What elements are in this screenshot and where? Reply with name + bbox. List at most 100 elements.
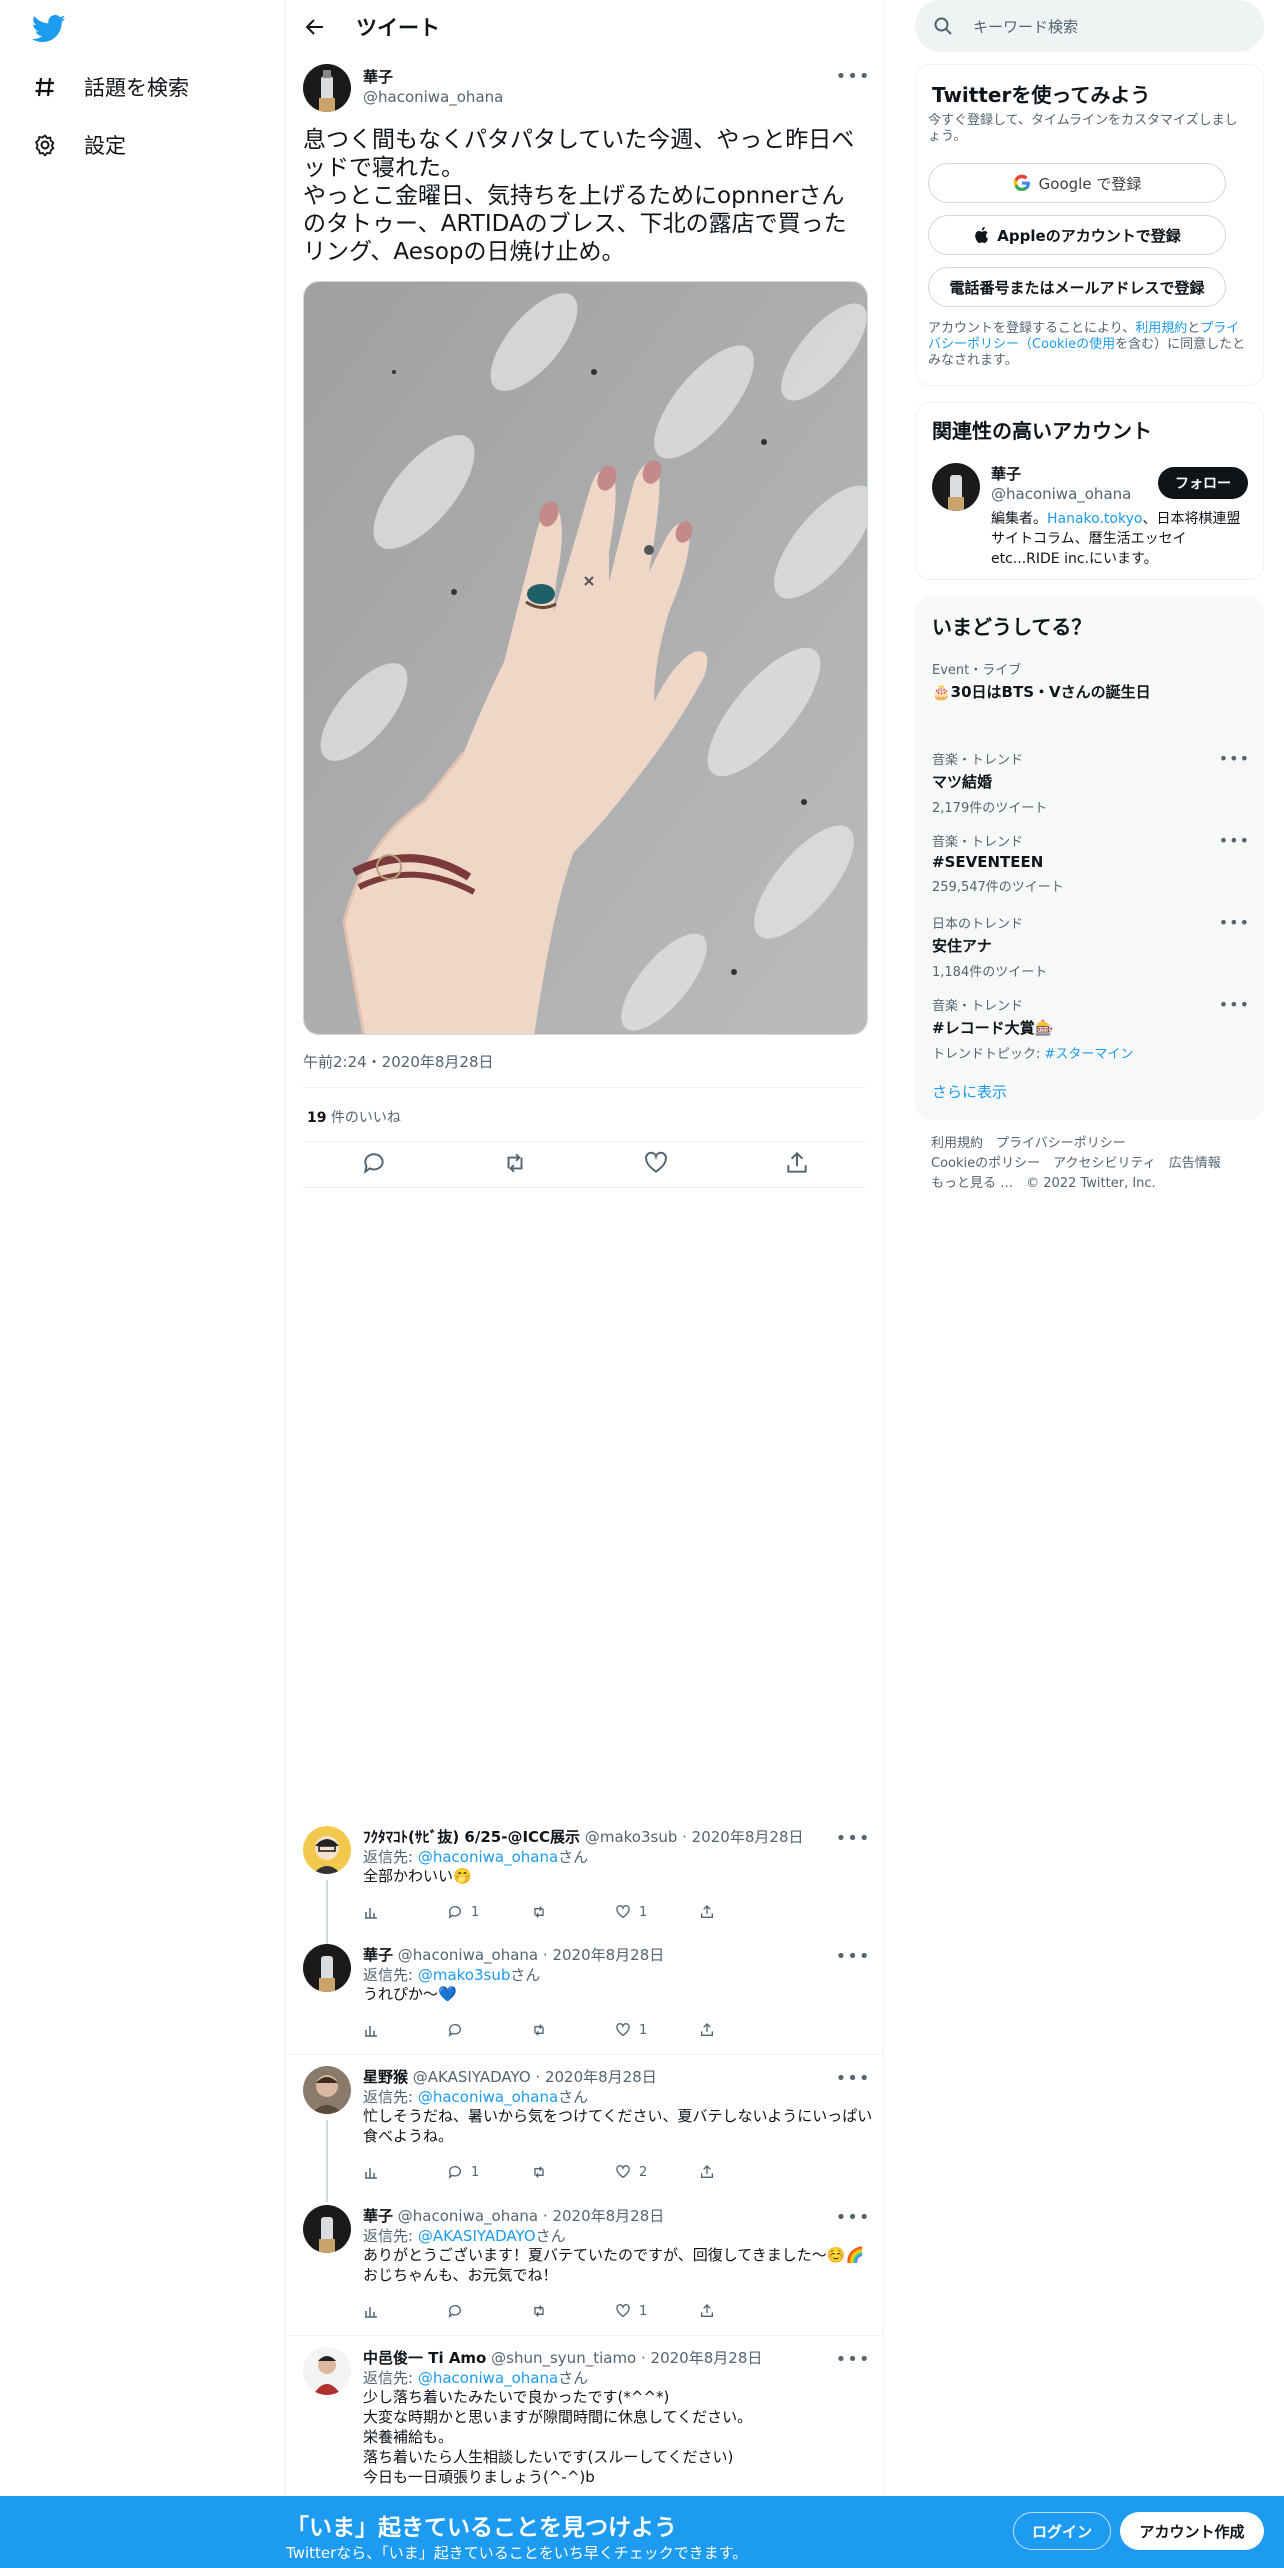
reply-to-handle[interactable]: @mako3sub bbox=[418, 1966, 511, 1984]
trend-item[interactable]: 音楽・トレンド #レコード大賞🎰 トレンドトピック: #スターマイン ••• bbox=[932, 995, 1250, 1062]
like-heart-icon[interactable] bbox=[643, 1150, 669, 1176]
reply-handle[interactable]: @mako3sub bbox=[585, 1828, 678, 1846]
reply-handle[interactable]: @haconiwa_ohana bbox=[398, 1946, 538, 1964]
reply-name[interactable]: 中邑俊一 Ti Amo bbox=[363, 2349, 486, 2367]
google-signup-button[interactable]: Google で登録 bbox=[928, 163, 1226, 203]
trend-count: トレンドトピック: #スターマイン bbox=[932, 1043, 1250, 1062]
reply-date[interactable]: · 2020年8月28日 bbox=[641, 2349, 762, 2367]
relevant-avatar[interactable] bbox=[932, 463, 980, 511]
terms-link[interactable]: 利用規約 bbox=[1135, 321, 1187, 336]
more-options-icon[interactable]: ••• bbox=[836, 1944, 870, 1968]
twitter-logo-icon[interactable] bbox=[31, 14, 66, 44]
retweet-button[interactable] bbox=[531, 2022, 615, 2038]
more-options-icon[interactable]: ••• bbox=[836, 64, 870, 88]
more-options-icon[interactable]: ••• bbox=[1219, 831, 1250, 850]
like-button[interactable]: 2 bbox=[615, 2164, 699, 2180]
reply-button[interactable] bbox=[447, 2303, 531, 2319]
share-icon[interactable] bbox=[784, 1150, 810, 1176]
bio-prefix: 編集者。 bbox=[991, 511, 1047, 527]
like-button[interactable]: 1 bbox=[615, 2303, 699, 2319]
more-options-icon[interactable]: ••• bbox=[836, 2205, 870, 2229]
trend-item[interactable]: 音楽・トレンド マツ結婚 2,179件のツイート ••• bbox=[932, 749, 1250, 816]
reply-avatar[interactable] bbox=[303, 2066, 351, 2114]
reply-handle[interactable]: @haconiwa_ohana bbox=[398, 2207, 538, 2225]
bio-link[interactable]: Hanako.tokyo bbox=[1047, 511, 1142, 527]
reply-button[interactable] bbox=[447, 2022, 531, 2038]
reply-handle[interactable]: @AKASIYADAYO bbox=[413, 2068, 531, 2086]
reply-icon[interactable] bbox=[361, 1150, 387, 1176]
reply-avatar[interactable] bbox=[303, 2347, 351, 2395]
reply-avatar[interactable] bbox=[303, 2205, 351, 2253]
share-button[interactable] bbox=[699, 2164, 783, 2180]
apple-signup-button[interactable]: Appleのアカウントで登録 bbox=[928, 215, 1226, 255]
search-box[interactable]: キーワード検索 bbox=[915, 0, 1264, 52]
footer-cookie-link[interactable]: Cookieのポリシー bbox=[931, 1156, 1040, 1171]
reply-name[interactable]: 華子 bbox=[363, 1946, 393, 1964]
show-more-link[interactable]: さらに表示 bbox=[932, 1081, 1007, 1102]
like-count[interactable]: 19 件のいいね bbox=[307, 1107, 401, 1127]
reply-to-handle[interactable]: @haconiwa_ohana bbox=[418, 2088, 558, 2106]
login-button[interactable]: ログイン bbox=[1013, 2512, 1111, 2550]
reply-avatar[interactable] bbox=[303, 1944, 351, 1992]
reply-date[interactable]: · 2020年8月28日 bbox=[543, 1946, 664, 1964]
apple-logo-icon bbox=[975, 226, 989, 243]
share-button[interactable] bbox=[699, 2303, 783, 2319]
reply-button[interactable]: 1 bbox=[447, 1904, 531, 1920]
reply-date[interactable]: · 2020年8月28日 bbox=[535, 2068, 656, 2086]
reply-name[interactable]: 星野猴 bbox=[363, 2068, 408, 2086]
reply-to-handle[interactable]: @AKASIYADAYO bbox=[418, 2227, 536, 2245]
footer-terms-link[interactable]: 利用規約 bbox=[931, 1136, 983, 1151]
views-button[interactable] bbox=[363, 2303, 447, 2319]
reply-date[interactable]: · 2020年8月28日 bbox=[682, 1828, 803, 1846]
trend-category: Event・ライブ bbox=[932, 663, 1022, 678]
more-options-icon[interactable]: ••• bbox=[836, 2347, 870, 2371]
trend-item[interactable]: 音楽・トレンド #SEVENTEEN 259,547件のツイート ••• bbox=[932, 831, 1250, 895]
more-options-icon[interactable]: ••• bbox=[1219, 995, 1250, 1014]
retweet-icon[interactable] bbox=[502, 1150, 528, 1176]
tweet-timestamp[interactable]: 午前2:24・2020年8月28日 bbox=[303, 1051, 494, 1072]
author-name[interactable]: 華子 bbox=[363, 66, 393, 87]
email-signup-button[interactable]: 電話番号またはメールアドレスで登録 bbox=[928, 267, 1226, 307]
views-button[interactable] bbox=[363, 2164, 447, 2180]
footer-privacy-link[interactable]: プライバシーポリシー bbox=[996, 1136, 1126, 1151]
back-arrow-icon[interactable] bbox=[300, 12, 330, 42]
tweet-photo[interactable] bbox=[303, 281, 868, 1035]
retweet-button[interactable] bbox=[531, 2164, 615, 2180]
reply-text: 少し落ち着いたみたいで良かったです(*^^*) 大変な時期かと思いますが隙間時間… bbox=[363, 2388, 753, 2486]
like-button[interactable]: 1 bbox=[615, 1904, 699, 1920]
footer-ads-link[interactable]: 広告情報 bbox=[1169, 1156, 1221, 1171]
reply-date[interactable]: · 2020年8月28日 bbox=[543, 2207, 664, 2225]
follow-button[interactable]: フォロー bbox=[1158, 467, 1248, 499]
footer-more-link[interactable]: もっと見る … bbox=[931, 1176, 1013, 1191]
share-button[interactable] bbox=[699, 2022, 783, 2038]
nav-settings[interactable]: 設定 bbox=[30, 120, 126, 170]
retweet-button[interactable] bbox=[531, 2303, 615, 2319]
reply-handle[interactable]: @shun_syun_tiamo bbox=[491, 2349, 636, 2367]
author-avatar[interactable] bbox=[303, 64, 351, 112]
like-button[interactable]: 1 bbox=[615, 2022, 699, 2038]
more-options-icon[interactable]: ••• bbox=[836, 1826, 870, 1850]
views-button[interactable] bbox=[363, 1904, 447, 1920]
nav-explore[interactable]: 話題を検索 bbox=[30, 62, 189, 112]
reply-name[interactable]: ﾌｸﾀﾏｺﾄ(ｻﾋﾞ抜) 6/25-@ICC展示 bbox=[363, 1828, 580, 1846]
author-handle[interactable]: @haconiwa_ohana bbox=[363, 88, 503, 106]
trend-topic-link[interactable]: #スターマイン bbox=[1045, 1047, 1134, 1062]
footer-accessibility-link[interactable]: アクセシビリティ bbox=[1053, 1156, 1156, 1171]
retweet-button[interactable] bbox=[531, 1904, 615, 1920]
reply-to-handle[interactable]: @haconiwa_ohana bbox=[418, 2369, 558, 2387]
relevant-name[interactable]: 華子 bbox=[991, 463, 1021, 484]
reply-name[interactable]: 華子 bbox=[363, 2207, 393, 2225]
trend-event[interactable]: Event・ライブ 🎂30日はBTS・Vさんの誕生日 bbox=[932, 659, 1250, 702]
left-navigation: 話題を検索 設定 bbox=[0, 0, 285, 2568]
trend-item[interactable]: 日本のトレンド 安住アナ 1,184件のツイート ••• bbox=[932, 913, 1250, 980]
more-options-icon[interactable]: ••• bbox=[1219, 749, 1250, 768]
reply-to-handle[interactable]: @haconiwa_ohana bbox=[418, 1848, 558, 1866]
reply-button[interactable]: 1 bbox=[447, 2164, 531, 2180]
reply-avatar[interactable] bbox=[303, 1826, 351, 1874]
more-options-icon[interactable]: ••• bbox=[1219, 913, 1250, 932]
more-options-icon[interactable]: ••• bbox=[836, 2066, 870, 2090]
views-button[interactable] bbox=[363, 2022, 447, 2038]
share-button[interactable] bbox=[699, 1904, 783, 1920]
relevant-handle[interactable]: @haconiwa_ohana bbox=[991, 485, 1131, 503]
create-account-button[interactable]: アカウント作成 bbox=[1120, 2512, 1264, 2550]
